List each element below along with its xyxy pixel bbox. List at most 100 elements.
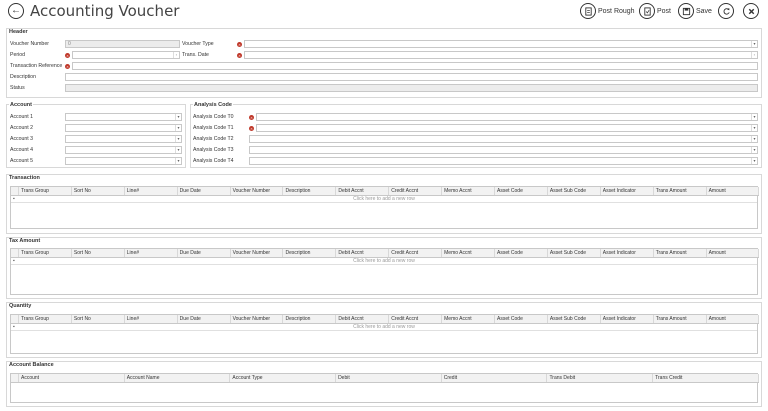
quantity-add-row[interactable]: ▪ Click here to add a new row: [11, 324, 757, 331]
column-header[interactable]: Debit Accnt: [336, 315, 390, 323]
column-header[interactable]: Trans Amount: [654, 249, 707, 257]
voucher-number-field[interactable]: 0: [65, 40, 180, 48]
column-header[interactable]: Asset Indicator: [601, 315, 654, 323]
column-header[interactable]: Account: [19, 374, 125, 382]
grid-corner-cell: [11, 187, 19, 195]
column-header[interactable]: Asset Code: [495, 315, 548, 323]
transaction-add-row[interactable]: ▪ Click here to add a new row: [11, 196, 757, 203]
analysis-t4-select[interactable]: ▾: [249, 157, 758, 165]
column-header[interactable]: Voucher Number: [231, 249, 284, 257]
post-rough-button[interactable]: Post Rough: [580, 2, 635, 20]
column-header[interactable]: Account Type: [230, 374, 337, 382]
post-rough-label: Post Rough: [598, 7, 635, 15]
account-3-select[interactable]: ▾: [65, 135, 182, 143]
column-header[interactable]: Trans Group: [19, 315, 72, 323]
account-3-label: Account 3: [10, 136, 34, 142]
chevron-down-icon[interactable]: ▾: [751, 158, 757, 164]
column-header[interactable]: Trans Amount: [654, 315, 707, 323]
analysis-t2-select[interactable]: ▾: [249, 135, 758, 143]
transaction-grid[interactable]: Trans Group Sort No Line# Due Date Voucher N…: [10, 186, 760, 229]
column-header[interactable]: Asset Indicator: [601, 249, 654, 257]
chevron-down-icon[interactable]: ▾: [751, 136, 757, 142]
column-header[interactable]: Asset Sub Code: [548, 249, 601, 257]
column-header[interactable]: Trans Amount: [654, 187, 707, 195]
save-button[interactable]: Save: [678, 2, 712, 20]
chevron-down-icon[interactable]: ▾: [175, 158, 181, 164]
column-header[interactable]: Memo Accnt: [442, 249, 496, 257]
column-header[interactable]: Credit: [442, 374, 548, 382]
back-arrow-icon[interactable]: ←: [8, 3, 24, 19]
tax-grid[interactable]: Trans Group Sort No Line# Due Date Voucher N…: [10, 248, 760, 295]
column-header[interactable]: Amount: [707, 187, 760, 195]
account-1-select[interactable]: ▾: [65, 113, 182, 121]
account-4-select[interactable]: ▾: [65, 146, 182, 154]
chevron-down-icon[interactable]: ▾: [175, 136, 181, 142]
column-header[interactable]: Amount: [707, 315, 760, 323]
column-header[interactable]: Asset Code: [495, 249, 548, 257]
column-header[interactable]: Line#: [125, 249, 178, 257]
column-header[interactable]: Credit Accnt: [389, 249, 443, 257]
voucher-type-select[interactable]: ▾: [244, 40, 758, 48]
chevron-down-icon[interactable]: ▾: [175, 147, 181, 153]
chevron-down-icon[interactable]: ▾: [175, 125, 181, 131]
column-header[interactable]: Sort No: [72, 315, 125, 323]
column-header[interactable]: Line#: [125, 187, 178, 195]
column-header[interactable]: Memo Accnt: [442, 315, 496, 323]
chevron-down-icon[interactable]: ▾: [751, 41, 757, 47]
trans-date-field[interactable]: ▫: [244, 51, 758, 59]
column-header[interactable]: Asset Sub Code: [548, 187, 601, 195]
tax-add-row-label: Click here to add a new row: [353, 258, 415, 264]
column-header[interactable]: Asset Sub Code: [548, 315, 601, 323]
calendar-icon[interactable]: ▫: [173, 52, 179, 58]
column-header[interactable]: Due Date: [178, 249, 231, 257]
column-header[interactable]: Asset Code: [495, 187, 548, 195]
column-header[interactable]: Debit Accnt: [336, 249, 390, 257]
column-header[interactable]: Due Date: [178, 315, 231, 323]
column-header[interactable]: Trans Group: [19, 187, 72, 195]
column-header[interactable]: Memo Accnt: [442, 187, 496, 195]
transaction-reference-field[interactable]: [72, 62, 758, 70]
column-header[interactable]: Voucher Number: [231, 187, 284, 195]
column-header[interactable]: Trans Credit: [653, 374, 759, 382]
analysis-t1-select[interactable]: ▾: [256, 124, 758, 132]
chevron-down-icon[interactable]: ▾: [751, 147, 757, 153]
column-header[interactable]: Sort No: [72, 249, 125, 257]
column-header[interactable]: Description: [283, 249, 337, 257]
account-5-select[interactable]: ▾: [65, 157, 182, 165]
required-icon: ×: [249, 125, 254, 131]
chevron-down-icon[interactable]: ▾: [751, 125, 757, 131]
account-balance-grid[interactable]: Account Account Name Account Type Debit Cred…: [10, 373, 759, 403]
column-header[interactable]: Due Date: [178, 187, 231, 195]
column-header[interactable]: Amount: [707, 249, 760, 257]
post-rough-icon: [580, 3, 596, 19]
post-button[interactable]: Post: [639, 2, 671, 20]
close-icon: [743, 3, 759, 19]
column-header[interactable]: Credit Accnt: [389, 187, 443, 195]
description-field[interactable]: [65, 73, 758, 81]
column-header[interactable]: Description: [283, 315, 337, 323]
close-button[interactable]: [743, 2, 761, 20]
column-header[interactable]: Voucher Number: [231, 315, 284, 323]
refresh-button[interactable]: [718, 2, 736, 20]
column-header[interactable]: Sort No: [72, 187, 125, 195]
column-header[interactable]: Credit Accnt: [389, 315, 443, 323]
analysis-t0-select[interactable]: ▾: [256, 113, 758, 121]
column-header[interactable]: Debit Accnt: [336, 187, 390, 195]
column-header[interactable]: Line#: [125, 315, 178, 323]
analysis-t3-select[interactable]: ▾: [249, 146, 758, 154]
column-header[interactable]: Description: [283, 187, 337, 195]
column-header[interactable]: Trans Debit: [547, 374, 654, 382]
calendar-icon[interactable]: ▫: [751, 52, 757, 58]
period-field[interactable]: ▫: [72, 51, 180, 59]
chevron-down-icon[interactable]: ▾: [751, 114, 757, 120]
quantity-grid[interactable]: Trans Group Sort No Line# Due Date Voucher N…: [10, 314, 760, 354]
column-header[interactable]: Asset Indicator: [601, 187, 654, 195]
account-2-select[interactable]: ▾: [65, 124, 182, 132]
save-icon: [678, 3, 694, 19]
voucher-number-label: Voucher Number: [10, 41, 49, 47]
tax-add-row[interactable]: ▪ Click here to add a new row: [11, 258, 757, 265]
column-header[interactable]: Debit: [336, 374, 442, 382]
column-header[interactable]: Trans Group: [19, 249, 72, 257]
column-header[interactable]: Account Name: [125, 374, 231, 382]
chevron-down-icon[interactable]: ▾: [175, 114, 181, 120]
